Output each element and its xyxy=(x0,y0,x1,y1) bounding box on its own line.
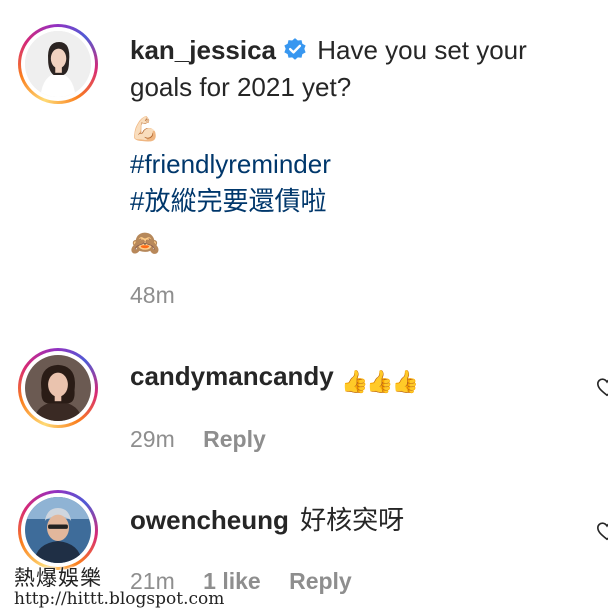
reply-button[interactable]: Reply xyxy=(203,426,266,452)
comment-meta: 29m Reply xyxy=(130,426,288,453)
watermark-title: 熱爆娛樂 xyxy=(14,566,102,590)
comment-timestamp[interactable]: 29m xyxy=(130,426,175,452)
reply-button[interactable]: Reply xyxy=(289,568,352,594)
heart-icon[interactable] xyxy=(596,520,608,542)
post-meta: 48m xyxy=(130,282,197,309)
watermark-url: http://hittt.blogspot.com xyxy=(14,589,225,609)
post-username[interactable]: kan_jessica xyxy=(130,35,276,65)
comment-text: candymancandy 👍👍👍 xyxy=(130,358,419,400)
avatar-image xyxy=(25,31,91,97)
caption-line-1-text: Have you set your xyxy=(317,35,527,65)
caption-line-1: kan_jessica Have you set your xyxy=(130,32,527,69)
post-timestamp[interactable]: 48m xyxy=(130,282,175,308)
comment-username[interactable]: candymancandy xyxy=(130,361,334,391)
comment-avatar[interactable] xyxy=(18,348,98,428)
heart-icon[interactable] xyxy=(596,376,608,398)
post-avatar[interactable] xyxy=(18,24,98,104)
flexed-biceps-emoji: 💪🏻 xyxy=(130,116,160,143)
comment-avatar[interactable] xyxy=(18,490,98,570)
hashtag-link-1[interactable]: #friendlyreminder xyxy=(130,146,527,183)
comment-username[interactable]: owencheung xyxy=(130,505,289,535)
thumbs-up-emoji: 👍👍👍 xyxy=(340,369,419,394)
hashtag-link-2[interactable]: #放縱完要還債啦 xyxy=(130,183,527,220)
caption-line-2: goals for 2021 yet? xyxy=(130,72,352,102)
verified-badge-icon xyxy=(284,38,306,60)
comment-body: 好核突呀 xyxy=(300,505,405,535)
see-no-evil-monkey-emoji: 🙈 xyxy=(130,230,160,257)
avatar-image xyxy=(25,497,91,563)
avatar-image xyxy=(25,355,91,421)
caption-text: kan_jessica Have you set your goals for … xyxy=(130,32,527,260)
comment-text: owencheung 好核突呀 xyxy=(130,502,404,539)
